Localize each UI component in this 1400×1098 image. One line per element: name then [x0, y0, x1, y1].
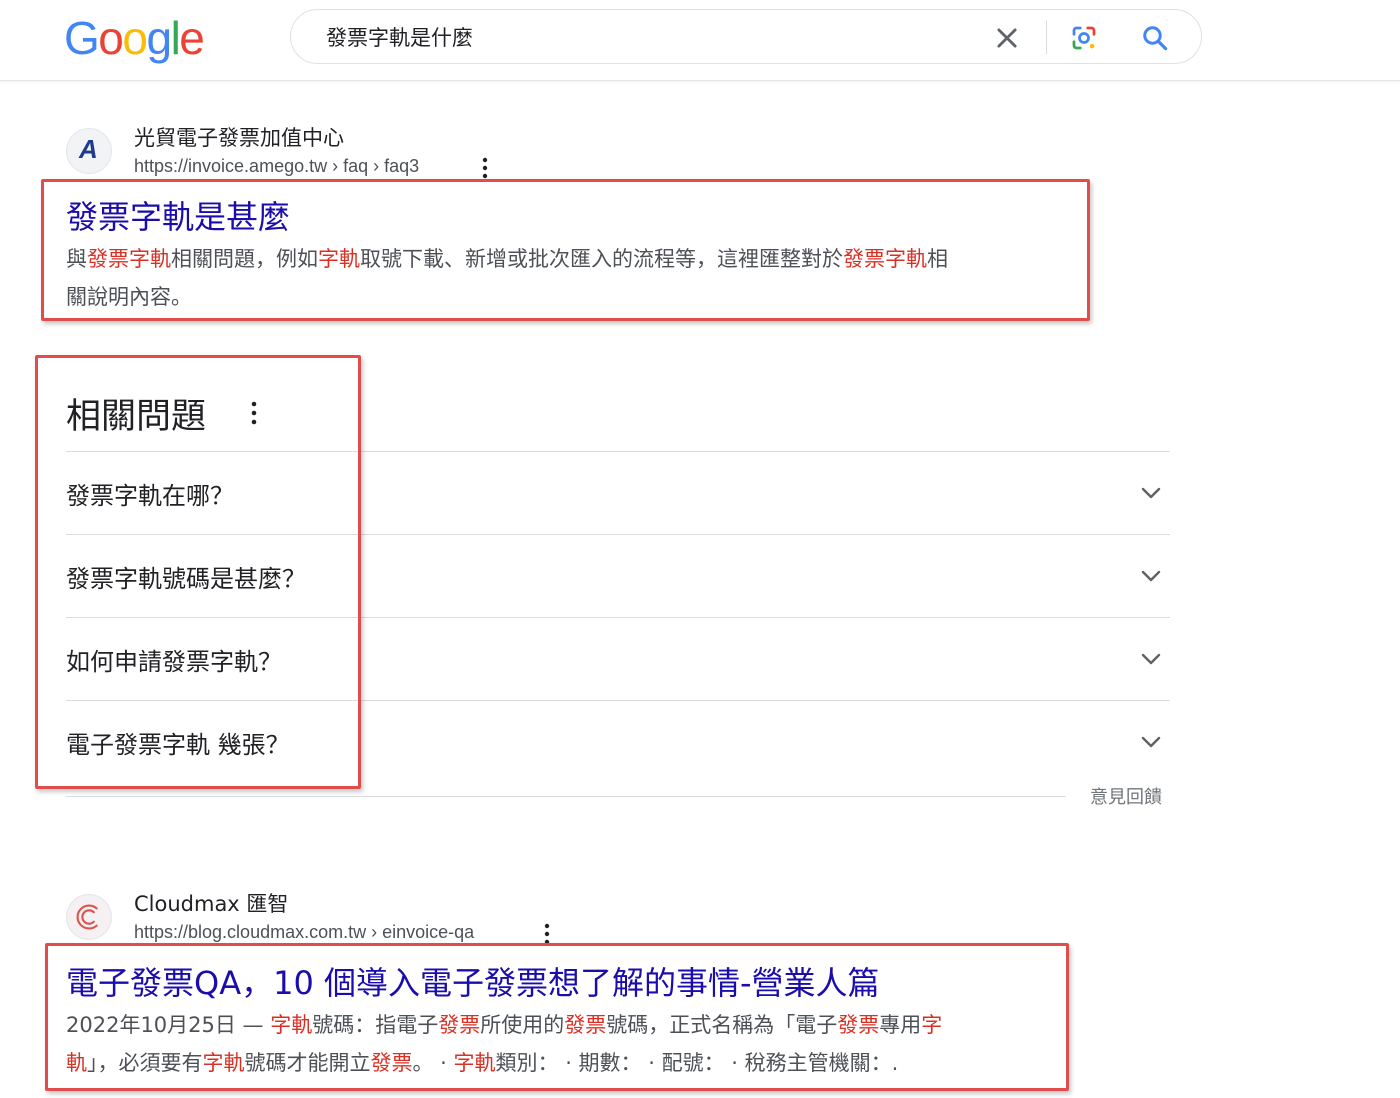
more-options-icon[interactable]	[250, 401, 258, 425]
result-snippet: 與發票字軌相關問題，例如字軌取號下載、新增或批次匯入的流程等，這裡匯整對於發票字…	[66, 240, 1076, 316]
chevron-down-icon[interactable]	[1140, 648, 1162, 670]
snippet-text: 2022年10月25日 —	[66, 1013, 271, 1037]
result-title-link[interactable]: 電子發票QA，10 個導入電子發票想了解的事情-營業人篇	[66, 958, 880, 1004]
site-favicon	[66, 894, 112, 940]
result-title-link[interactable]: 發票字軌是甚麼	[66, 192, 290, 238]
snippet-text: 號碼：指電子	[312, 1013, 439, 1037]
people-also-ask-heading: 相關問題	[66, 397, 207, 437]
search-icon[interactable]	[1140, 23, 1170, 53]
chevron-down-icon[interactable]	[1140, 482, 1162, 504]
snippet-text: 專用	[879, 1013, 922, 1037]
snippet-line: 關說明內容。	[66, 278, 1076, 316]
paa-question[interactable]: 發票字軌號碼是甚麼？	[66, 535, 1170, 617]
paa-question-text: 電子發票字軌 幾張？	[66, 731, 290, 759]
result-snippet: 2022年10月25日 — 字軌號碼：指電子發票所使用的發票號碼，正式名稱為「電…	[66, 1006, 1066, 1082]
site-favicon: A	[66, 128, 112, 174]
snippet-text: 關說明內容。	[66, 285, 192, 309]
site-name[interactable]: Cloudmax 匯智	[134, 888, 288, 918]
header-bar: Google	[0, 0, 1400, 81]
site-url[interactable]: https://blog.cloudmax.com.tw › einvoice-…	[134, 922, 474, 943]
highlighted-term: 軌	[66, 1051, 87, 1075]
more-options-icon[interactable]	[481, 157, 489, 179]
feedback-link[interactable]: 意見回饋	[1090, 783, 1162, 809]
search-box	[290, 9, 1202, 64]
highlighted-term: 發票	[837, 1013, 880, 1037]
logo-letter: l	[170, 12, 181, 64]
highlighted-term: 字軌	[202, 1051, 245, 1075]
search-result: Cloudmax 匯智 https://blog.cloudmax.com.tw…	[66, 888, 1076, 1093]
snippet-text: 。 ·	[412, 1051, 454, 1075]
snippet-text: 相關問題，例如	[171, 247, 318, 271]
highlighted-term: 發票字軌	[87, 247, 171, 271]
snippet-text: 與	[66, 247, 87, 271]
google-logo[interactable]: Google	[64, 8, 205, 68]
paa-question-text: 如何申請發票字軌？	[66, 648, 282, 676]
chevron-down-icon[interactable]	[1140, 565, 1162, 587]
snippet-text: 號碼，正式名稱為「電子	[606, 1013, 838, 1037]
snippet-line: 2022年10月25日 — 字軌號碼：指電子發票所使用的發票號碼，正式名稱為「電…	[66, 1006, 1066, 1044]
logo-letter: g	[146, 12, 172, 64]
snippet-line: 與發票字軌相關問題，例如字軌取號下載、新增或批次匯入的流程等，這裡匯整對於發票字…	[66, 240, 1076, 278]
highlighted-term: 發票字軌	[843, 247, 927, 271]
cloudmax-logo-icon	[76, 904, 98, 930]
search-divider	[1046, 20, 1047, 54]
search-input[interactable]	[326, 23, 966, 51]
highlighted-term: 字軌	[318, 247, 360, 271]
highlighted-term: 字	[921, 1013, 943, 1037]
google-lens-icon[interactable]	[1069, 23, 1099, 53]
logo-letter: o	[98, 12, 124, 64]
highlighted-term: 發票	[438, 1013, 481, 1037]
clear-icon[interactable]	[993, 24, 1021, 52]
logo-letter: o	[122, 12, 148, 64]
search-result: A 光貿電子發票加值中心 https://invoice.amego.tw › …	[66, 122, 1086, 322]
chevron-down-icon[interactable]	[1140, 731, 1162, 753]
snippet-text: 號碼才能開立	[244, 1051, 371, 1075]
site-url[interactable]: https://invoice.amego.tw › faq › faq3	[134, 156, 419, 177]
paa-question[interactable]: 發票字軌在哪？	[66, 452, 1170, 534]
paa-question[interactable]: 電子發票字軌 幾張？	[66, 701, 1170, 783]
site-name[interactable]: 光貿電子發票加值中心	[134, 122, 344, 152]
highlighted-term: 發票	[564, 1013, 607, 1037]
snippet-line: 軌」，必須要有字軌號碼才能開立發票。 · 字軌類別： · 期數： · 配號： ·…	[66, 1044, 1066, 1082]
highlighted-term: 字軌	[453, 1051, 496, 1075]
paa-question-text: 發票字軌在哪？	[66, 482, 234, 510]
snippet-text: 取號下載、新增或批次匯入的流程等，這裡匯整對於	[360, 247, 843, 271]
snippet-text: 」，必須要有	[87, 1051, 203, 1075]
paa-question-text: 發票字軌號碼是甚麼？	[66, 565, 306, 593]
snippet-text: 所使用的	[480, 1013, 565, 1037]
snippet-text: 類別： · 期數： · 配號： · 稅務主管機關：.	[495, 1051, 899, 1075]
paa-question[interactable]: 如何申請發票字軌？	[66, 618, 1170, 700]
favicon-letter: A	[79, 134, 98, 164]
divider	[66, 796, 1066, 797]
highlighted-term: 發票	[370, 1051, 413, 1075]
snippet-text: 相	[927, 247, 948, 271]
logo-letter: G	[64, 12, 100, 64]
logo-letter: e	[179, 12, 205, 64]
highlighted-term: 字軌	[270, 1013, 313, 1037]
more-options-icon[interactable]	[543, 923, 551, 945]
